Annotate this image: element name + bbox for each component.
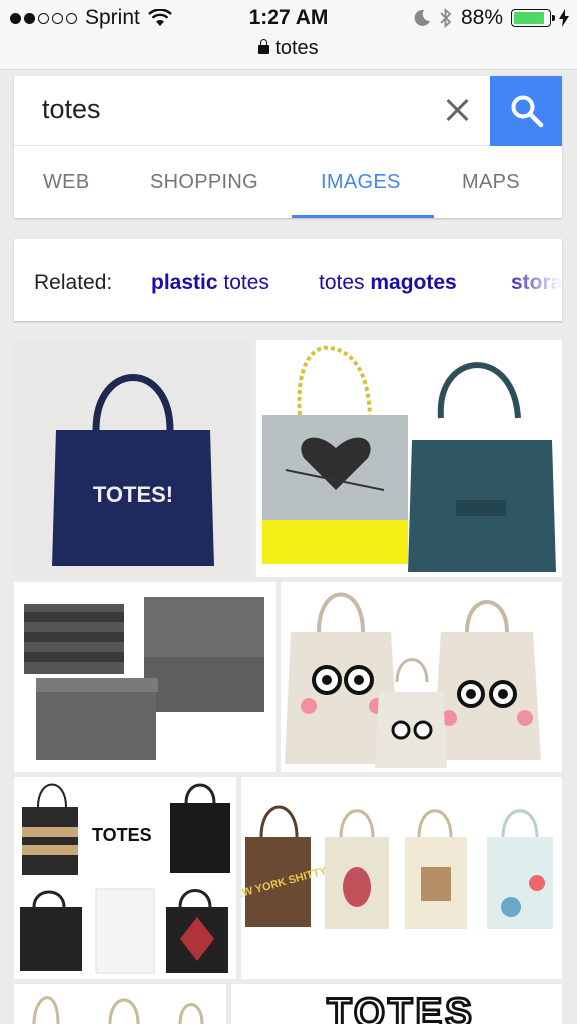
charging-icon (559, 9, 569, 27)
battery-percent: 88% (460, 6, 503, 29)
tab-images[interactable]: IMAGES (321, 171, 401, 194)
totes-collection-image: TOTES (20, 783, 230, 974)
image-result-printed-totes[interactable]: NEW YORK SHITTY (241, 777, 562, 979)
image-result-totes-bag[interactable]: TOTES! (14, 340, 252, 577)
canvas-totes-image (32, 996, 204, 1024)
url-bar[interactable]: totes (0, 37, 577, 60)
search-card: WEB SHOPPING IMAGES MAPS (14, 76, 562, 218)
clear-icon[interactable] (444, 96, 472, 124)
tab-web[interactable]: WEB (43, 171, 89, 194)
status-right: 88% (413, 6, 569, 30)
collection-caption: TOTES (92, 825, 152, 845)
printed-totes-image: NEW YORK SHITTY (241, 805, 553, 929)
tab-shopping[interactable]: SHOPPING (150, 171, 258, 194)
image-result-totes-logo[interactable]: TOTES (231, 984, 562, 1024)
battery-icon (511, 9, 555, 27)
search-tabs: WEB SHOPPING IMAGES MAPS (14, 146, 562, 218)
search-button[interactable] (490, 76, 562, 146)
plastic-crates-image (24, 597, 264, 760)
image-result-totes-collection[interactable]: TOTES (14, 777, 236, 979)
tote-bag-image: TOTES! (52, 374, 214, 566)
search-row (14, 76, 562, 146)
image-result-plastic-totes[interactable] (14, 582, 276, 772)
active-tab-indicator (292, 215, 434, 218)
face-totes-image (285, 592, 541, 768)
tab-maps[interactable]: MAPS (462, 171, 520, 194)
related-chip-totes-magotes[interactable]: totes magotes (319, 271, 457, 295)
heart-tote-image (262, 345, 556, 572)
image-result-heart-and-teal-totes[interactable] (256, 340, 562, 577)
image-result-face-totes[interactable] (281, 582, 562, 772)
related-fade (502, 239, 562, 321)
related-searches: Related: plastic totes totes magotes sto… (14, 239, 562, 321)
search-input[interactable] (42, 94, 422, 125)
related-chip-plastic-totes[interactable]: plastic totes (151, 271, 269, 295)
tote-caption: TOTES! (93, 482, 173, 507)
image-result-canvas-totes[interactable] (14, 984, 226, 1024)
url-text: totes (275, 37, 319, 59)
bluetooth-icon (440, 8, 452, 28)
totes-logo-image: TOTES (326, 990, 475, 1024)
logo-caption: TOTES (327, 991, 475, 1024)
search-icon (511, 95, 544, 128)
moon-icon (414, 9, 430, 26)
lock-icon (258, 39, 270, 54)
status-bar: Sprint 1:27 AM 88% totes (0, 0, 577, 70)
related-label: Related: (34, 271, 113, 294)
